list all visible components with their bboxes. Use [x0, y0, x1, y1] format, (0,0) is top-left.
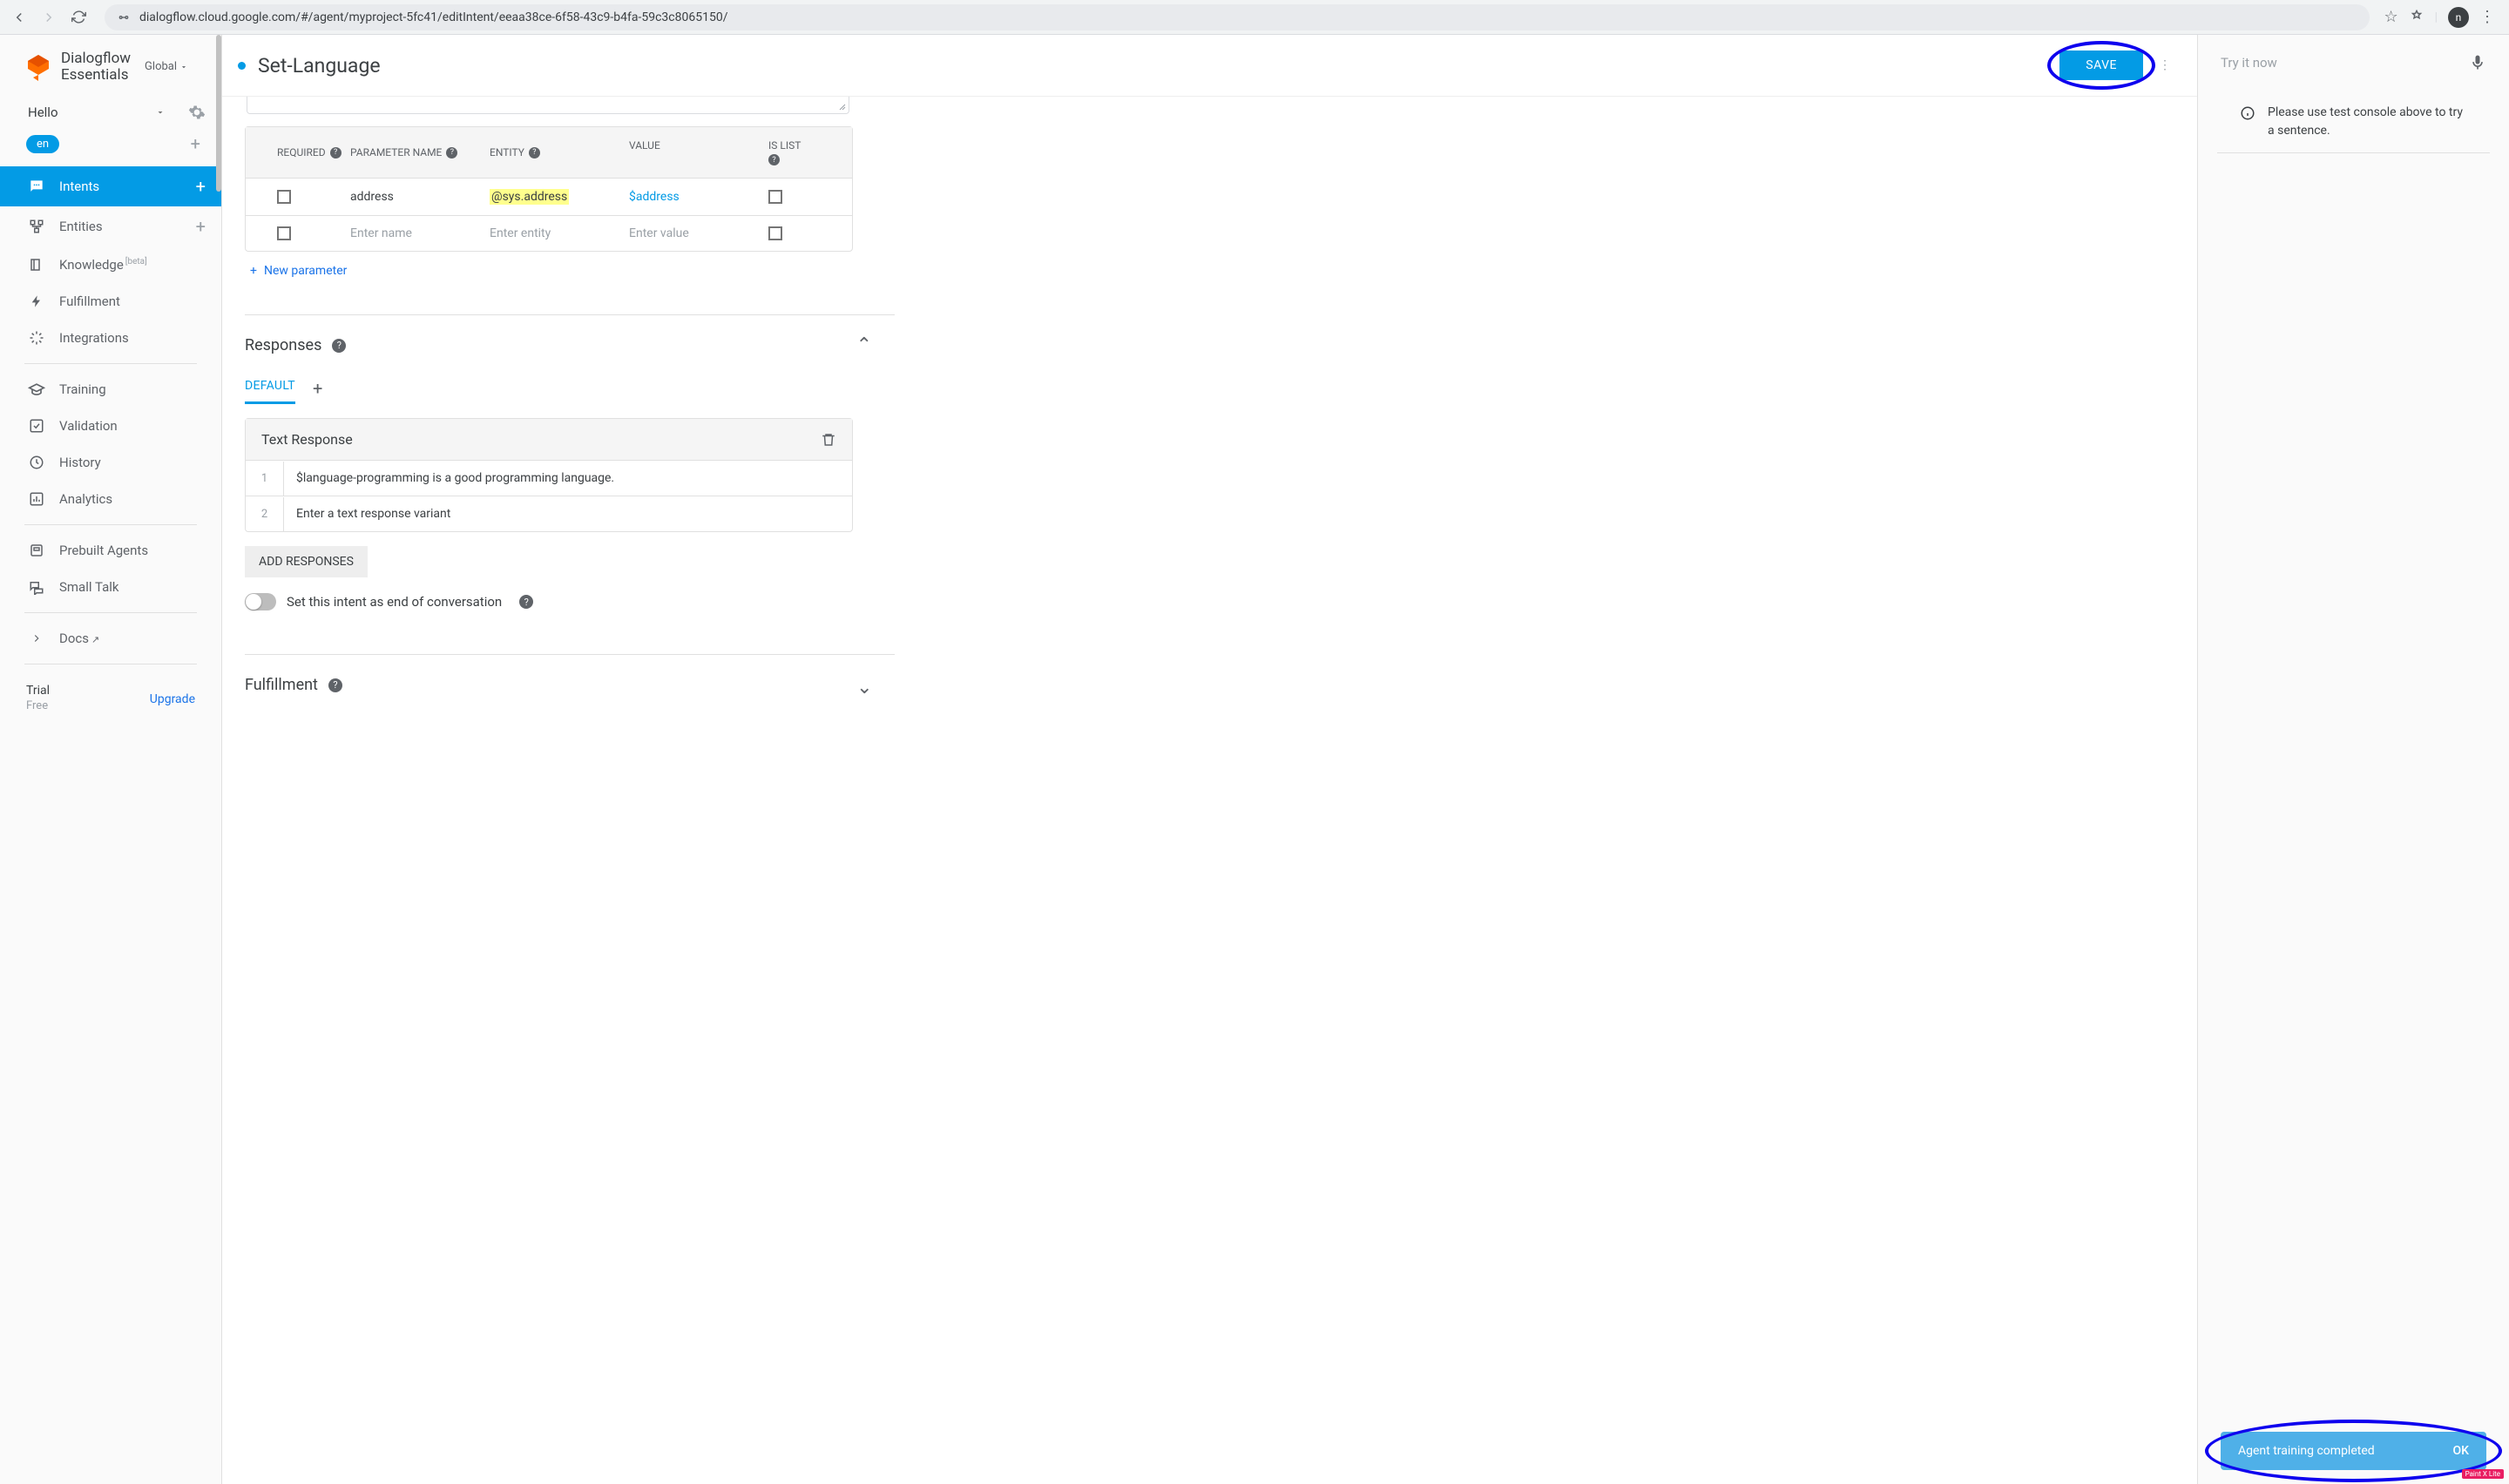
- help-icon[interactable]: ?: [529, 147, 540, 159]
- expand-icon[interactable]: ⌃: [856, 674, 872, 696]
- profile-avatar[interactable]: n: [2448, 7, 2469, 28]
- trash-icon[interactable]: [821, 432, 836, 448]
- caret-down-icon: [179, 63, 188, 71]
- help-icon[interactable]: ?: [446, 147, 457, 159]
- logo-block: Dialogflow Essentials Global: [0, 35, 221, 95]
- sidebar-item-intents[interactable]: Intents +: [0, 166, 221, 206]
- browser-chrome: dialogflow.cloud.google.com/#/agent/mypr…: [0, 0, 2509, 35]
- more-menu-icon[interactable]: ⋮: [2155, 58, 2174, 72]
- language-chip[interactable]: en: [26, 135, 59, 153]
- help-icon[interactable]: ?: [332, 339, 346, 353]
- sidebar-item-history[interactable]: History: [0, 444, 221, 481]
- help-icon[interactable]: ?: [330, 147, 342, 159]
- upgrade-link[interactable]: Upgrade: [150, 692, 195, 706]
- chevron-right-icon: [28, 630, 45, 647]
- sidebar-item-entities[interactable]: Entities +: [0, 206, 221, 246]
- back-button[interactable]: [7, 5, 31, 30]
- scrollbar-thumb[interactable]: [216, 35, 221, 192]
- chevron-down-icon[interactable]: [155, 107, 166, 118]
- content-area: Set-Language SAVE ⋮ REQUIRED? PARAMETER …: [222, 35, 2198, 1484]
- sidebar-item-training[interactable]: Training: [0, 371, 221, 408]
- trial-block: Trial Free Upgrade: [0, 671, 221, 725]
- test-console-notice: Please use test console above to try a s…: [2217, 91, 2490, 153]
- trial-label: Trial: [26, 684, 50, 698]
- new-parameter-link[interactable]: +New parameter: [245, 252, 2174, 287]
- parameter-row[interactable]: address @sys.address $address: [246, 178, 852, 215]
- trial-sublabel: Free: [26, 699, 50, 712]
- sidebar: Dialogflow Essentials Global Hello en + …: [0, 35, 222, 1484]
- integrations-icon: [28, 329, 45, 347]
- sidebar-item-smalltalk[interactable]: Small Talk: [0, 569, 221, 605]
- text-response-card: Text Response 1 $language-programming is…: [245, 418, 853, 532]
- collapse-icon[interactable]: ⌃: [856, 334, 872, 356]
- forward-button[interactable]: [37, 5, 61, 30]
- required-checkbox[interactable]: [277, 190, 291, 204]
- training-complete-toast: Agent training completed OK: [2221, 1432, 2486, 1470]
- scope-selector[interactable]: Global: [145, 60, 188, 73]
- logo-subtitle: Essentials: [61, 67, 131, 84]
- resize-handle-icon[interactable]: [838, 103, 847, 111]
- training-icon: [28, 381, 45, 398]
- entities-icon: [28, 218, 45, 235]
- dialogflow-logo-icon: [24, 53, 52, 81]
- extensions-icon[interactable]: [2409, 10, 2424, 25]
- entity-highlight[interactable]: @sys.address: [490, 189, 569, 205]
- help-icon[interactable]: ?: [328, 678, 342, 692]
- islist-checkbox[interactable]: [768, 226, 782, 240]
- test-console-panel: Try it now Please use test console above…: [2198, 35, 2509, 1484]
- parameter-row-new[interactable]: Enter name Enter entity Enter value: [246, 215, 852, 251]
- add-entity-icon[interactable]: +: [196, 216, 206, 237]
- add-tab-icon[interactable]: +: [313, 378, 322, 399]
- unsaved-indicator: [238, 62, 246, 70]
- sidebar-item-prebuilt[interactable]: Prebuilt Agents: [0, 532, 221, 569]
- end-of-conversation-toggle[interactable]: [245, 593, 276, 610]
- tab-default[interactable]: DEFAULT: [245, 372, 295, 404]
- sidebar-item-knowledge[interactable]: Knowledge[beta]: [0, 246, 221, 283]
- history-icon: [28, 454, 45, 471]
- agent-name[interactable]: Hello: [28, 105, 148, 120]
- sidebar-item-analytics[interactable]: Analytics: [0, 481, 221, 517]
- response-row[interactable]: 1 $language-programming is a good progra…: [246, 460, 852, 496]
- help-icon[interactable]: ?: [519, 595, 533, 609]
- fulfillment-section-header[interactable]: Fulfillment ? ⌃: [245, 655, 872, 706]
- try-it-now-input[interactable]: Try it now: [2221, 55, 2458, 71]
- mic-icon[interactable]: [2469, 54, 2486, 71]
- knowledge-icon: [28, 256, 45, 273]
- toast-ok-button[interactable]: OK: [2453, 1444, 2470, 1458]
- chrome-menu-icon[interactable]: ⋮: [2479, 8, 2495, 26]
- sidebar-item-integrations[interactable]: Integrations: [0, 320, 221, 356]
- intents-icon: [28, 178, 45, 195]
- fulfillment-icon: [28, 293, 45, 310]
- analytics-icon: [28, 490, 45, 508]
- sidebar-item-fulfillment[interactable]: Fulfillment: [0, 283, 221, 320]
- help-icon[interactable]: ?: [768, 154, 780, 165]
- validation-icon: [28, 417, 45, 435]
- reload-button[interactable]: [66, 5, 91, 30]
- add-language-icon[interactable]: +: [191, 133, 200, 154]
- training-phrases-textarea-bottom[interactable]: [247, 97, 849, 114]
- logo-title: Dialogflow: [61, 51, 131, 67]
- external-link-icon: ↗: [91, 634, 99, 645]
- watermark: Paint X Lite: [2462, 1469, 2504, 1479]
- intent-title[interactable]: Set-Language: [258, 54, 2047, 78]
- save-button[interactable]: SAVE: [2059, 51, 2143, 80]
- url-bar[interactable]: dialogflow.cloud.google.com/#/agent/mypr…: [105, 4, 2370, 30]
- site-info-icon: [117, 10, 131, 24]
- gear-icon[interactable]: [188, 104, 206, 121]
- response-row[interactable]: 2 Enter a text response variant: [246, 496, 852, 531]
- info-icon: [2240, 105, 2255, 121]
- url-text: dialogflow.cloud.google.com/#/agent/mypr…: [139, 10, 727, 24]
- smalltalk-icon: [28, 578, 45, 596]
- islist-checkbox[interactable]: [768, 190, 782, 204]
- prebuilt-icon: [28, 542, 45, 559]
- parameters-table: REQUIRED? PARAMETER NAME? ENTITY? VALUE …: [245, 126, 853, 252]
- add-intent-icon[interactable]: +: [196, 176, 206, 197]
- required-checkbox[interactable]: [277, 226, 291, 240]
- responses-section-header[interactable]: Responses ? ⌃: [245, 315, 872, 367]
- add-responses-button[interactable]: ADD RESPONSES: [245, 546, 368, 577]
- sidebar-item-validation[interactable]: Validation: [0, 408, 221, 444]
- sidebar-item-docs[interactable]: Docs↗: [0, 620, 221, 657]
- star-icon[interactable]: ☆: [2384, 8, 2397, 26]
